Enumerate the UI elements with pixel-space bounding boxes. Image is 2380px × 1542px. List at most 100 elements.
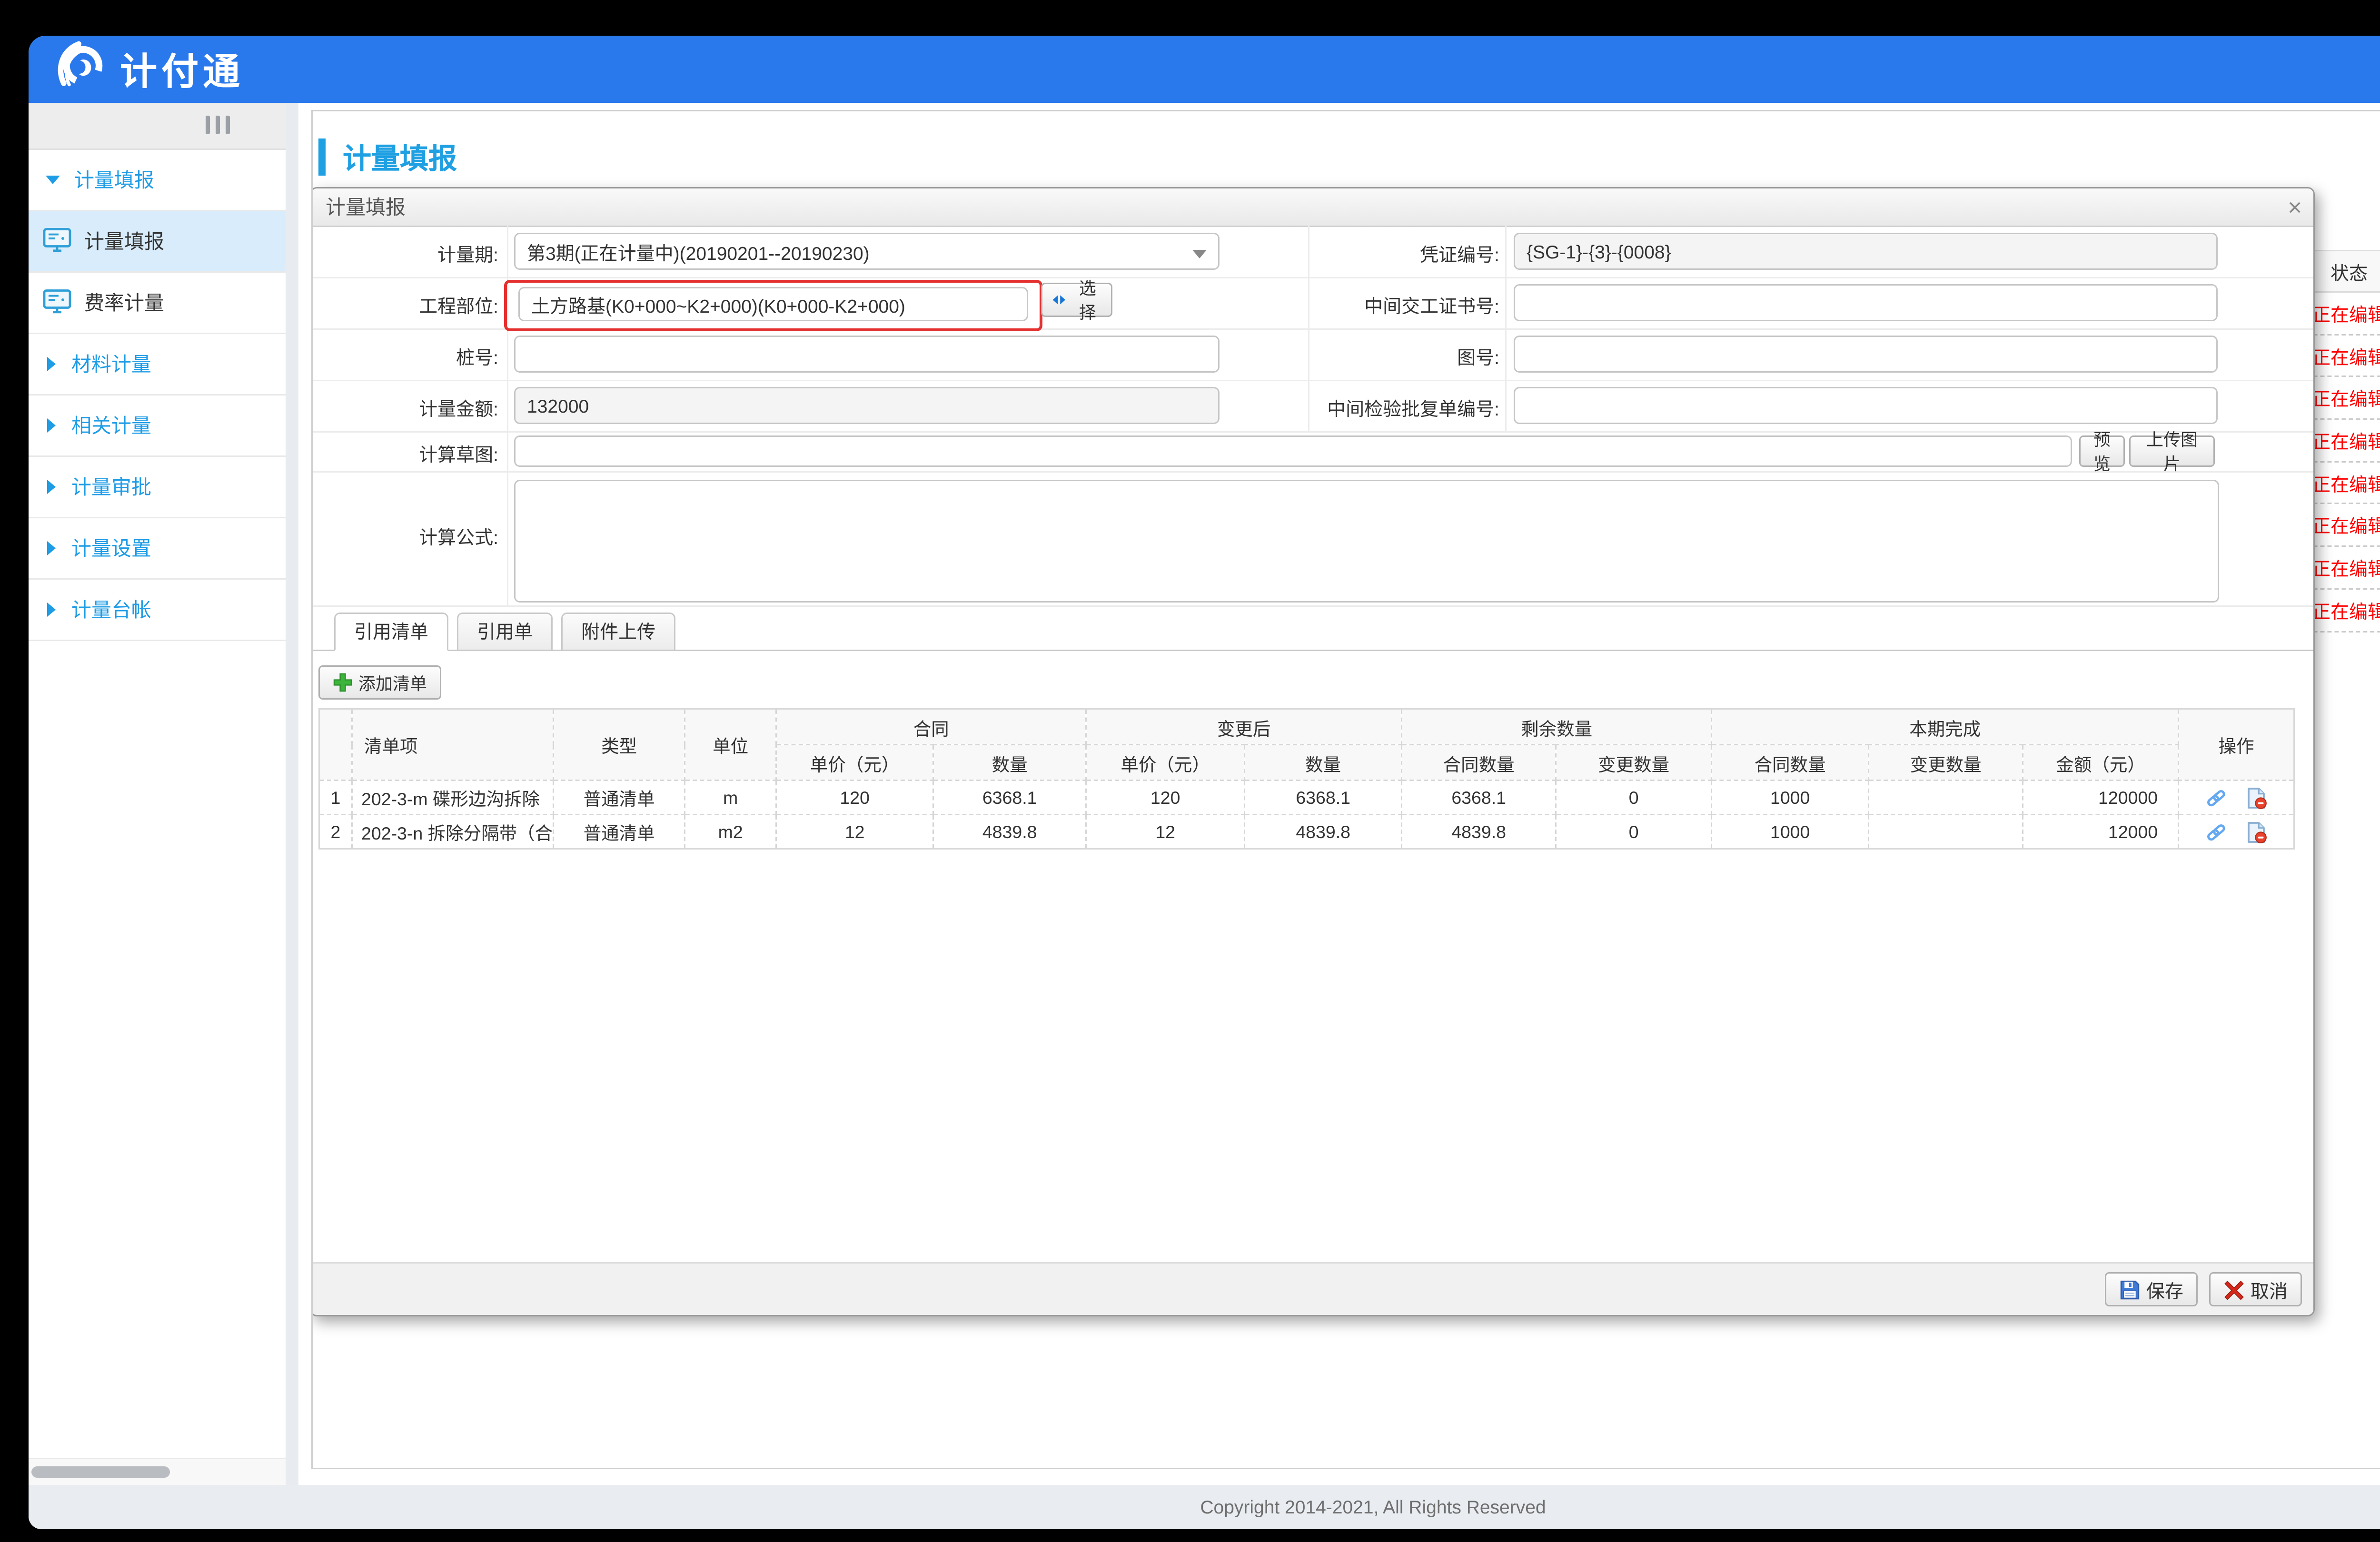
preview-button[interactable]: 预览 — [2079, 435, 2125, 467]
caret-right-icon — [47, 541, 56, 555]
contract-price-cell: 120 — [776, 781, 933, 815]
monitor-icon — [43, 288, 71, 318]
remaining-contract-cell: 6368.1 — [1402, 781, 1556, 815]
type-cell: 普通清单 — [554, 815, 685, 849]
sidebar: 计量填报 计量填报 — [29, 103, 286, 1485]
page-title-block: 计量填报 — [318, 136, 457, 177]
sidebar-item-label: 计量审批 — [71, 473, 151, 501]
delete-icon[interactable] — [2244, 820, 2267, 843]
caret-right-icon — [47, 603, 56, 617]
sidebar-item-cailiao-jiliang[interactable]: 材料计量 — [29, 334, 286, 395]
sidebar-item-jiliang-tianbao[interactable]: 计量填报 — [29, 211, 286, 273]
app-header: 计付通 通知 管理员 — [29, 36, 2380, 103]
row-number-header — [319, 709, 352, 781]
transfer-icon — [1051, 293, 1067, 307]
tab-yinyong-dan[interactable]: 引用单 — [457, 613, 553, 651]
save-icon — [2119, 1279, 2141, 1300]
current-contract-cell: 1000 — [1712, 781, 1869, 815]
current-group-header: 本期完成 — [1712, 709, 2179, 745]
save-button[interactable]: 保存 — [2105, 1272, 2198, 1306]
sidebar-collapse-strip[interactable] — [29, 103, 286, 150]
period-select[interactable]: 第3期(正在计量中)(20190201--20190230) — [514, 233, 1220, 270]
amount-field[interactable] — [514, 387, 1220, 424]
sidebar-item-jiliang-shenpi[interactable]: 计量审批 — [29, 457, 286, 518]
amount-label: 计量金额: — [311, 394, 498, 421]
sidebar-item-label: 计量台帐 — [71, 595, 151, 624]
dialog-tabstrip: 引用清单 引用单 附件上传 — [311, 613, 2313, 651]
row-actions — [2179, 815, 2294, 849]
select-part-button[interactable]: 选择 — [1041, 283, 1112, 317]
change-qty-header: 变更数量 — [1869, 745, 2023, 781]
sidebar-menu: 计量填报 计量填报 — [29, 150, 286, 1458]
page-title: 计量填报 — [343, 136, 457, 177]
brand: 计付通 — [54, 39, 244, 100]
contract-group-header: 合同 — [776, 709, 1086, 745]
part-field-highlight — [504, 280, 1042, 331]
contract-price-cell: 12 — [776, 815, 933, 849]
sketch-field[interactable] — [514, 435, 2072, 467]
monitor-icon — [43, 227, 71, 257]
caret-down-icon — [46, 176, 60, 184]
changed-price-cell: 12 — [1086, 815, 1245, 849]
cert-field[interactable] — [1514, 284, 2218, 321]
sidebar-item-feilv-jiliang[interactable]: 费率计量 — [29, 273, 286, 334]
page-footer: Copyright 2014-2021, All Rights Reserved — [29, 1485, 2380, 1529]
row-actions — [2179, 781, 2294, 815]
caret-right-icon — [47, 418, 56, 433]
contract-qty-cell: 6368.1 — [933, 781, 1086, 815]
plus-icon — [333, 672, 353, 692]
sidebar-hscrollbar[interactable] — [29, 1458, 286, 1485]
sidebar-item-label: 计量设置 — [71, 534, 151, 563]
link-icon[interactable] — [2205, 786, 2228, 809]
add-list-item-button[interactable]: 添加清单 — [318, 665, 441, 700]
cancel-x-icon — [2223, 1279, 2245, 1300]
dialog-footer: 保存 取消 — [311, 1262, 2313, 1315]
link-icon[interactable] — [2205, 820, 2228, 843]
changed-group-header: 变更后 — [1086, 709, 1402, 745]
upload-image-button[interactable]: 上传图片 — [2129, 435, 2215, 467]
sidebar-item-label: 费率计量 — [84, 288, 164, 317]
content-panel: 计量填报 状态 操作 正在编辑 — [311, 110, 2380, 1469]
unit-cell: m2 — [685, 815, 776, 849]
remaining-contract-cell: 4839.8 — [1402, 815, 1556, 849]
approval-label: 中间检验批复单编号: — [1311, 394, 1499, 421]
tab-yinyong-qingdan[interactable]: 引用清单 — [334, 613, 448, 651]
voucher-field[interactable] — [1514, 233, 2218, 270]
price-header: 单价（元） — [776, 745, 933, 781]
drawing-field[interactable] — [1514, 336, 2218, 373]
qty-header: 数量 — [933, 745, 1086, 781]
changed-qty-cell: 4839.8 — [1245, 815, 1402, 849]
dialog-form: 计量期: 第3期(正在计量中)(20190201--20190230) 凭证编号… — [311, 226, 2313, 605]
dialog-title: 计量填报 — [326, 193, 406, 221]
table-row[interactable]: 2 202-3-n 拆除分隔带（合 普通清单 m2 12 4839.8 12 4… — [319, 815, 2294, 849]
part-field[interactable] — [518, 287, 1028, 321]
item-cell: 202-3-m 碟形边沟拆除 — [352, 781, 554, 815]
pile-field[interactable] — [514, 336, 1220, 373]
table-row[interactable]: 1 202-3-m 碟形边沟拆除 普通清单 m 120 6368.1 120 6… — [319, 781, 2294, 815]
sidebar-item-label: 计量填报 — [74, 166, 154, 194]
sidebar-item-jiliang-taizhang[interactable]: 计量台帐 — [29, 580, 286, 641]
drawing-label: 图号: — [1311, 343, 1499, 370]
period-value: 第3期(正在计量中)(20190201--20190230) — [527, 238, 870, 265]
tab-fujian-shangchuan[interactable]: 附件上传 — [561, 613, 675, 651]
sidebar-splitter[interactable] — [286, 103, 298, 1485]
sidebar-item-jiliang-tianbao-group[interactable]: 计量填报 — [29, 150, 286, 211]
approval-field[interactable] — [1514, 387, 2218, 424]
dialog-titlebar[interactable]: 计量填报 × — [311, 188, 2313, 227]
changed-price-cell: 120 — [1086, 781, 1245, 815]
formula-textarea[interactable] — [514, 480, 2219, 603]
stage: 计付通 通知 管理员 — [0, 0, 2380, 1542]
cancel-button[interactable]: 取消 — [2209, 1272, 2302, 1306]
pile-label: 桩号: — [311, 343, 498, 370]
sidebar-item-xiangguan-jiliang[interactable]: 相关计量 — [29, 395, 286, 457]
remaining-group-header: 剩余数量 — [1402, 709, 1712, 745]
contract-qty-header: 合同数量 — [1402, 745, 1556, 781]
sidebar-hscrollbar-thumb[interactable] — [31, 1466, 170, 1478]
select-part-label: 选择 — [1073, 276, 1102, 324]
amount-header: 金额（元） — [2023, 745, 2179, 781]
close-icon[interactable]: × — [2288, 195, 2302, 219]
sidebar-item-jiliang-shezhi[interactable]: 计量设置 — [29, 518, 286, 580]
sidebar-item-label: 计量填报 — [84, 227, 164, 256]
chevron-down-icon — [1192, 250, 1207, 258]
delete-icon[interactable] — [2244, 786, 2267, 809]
